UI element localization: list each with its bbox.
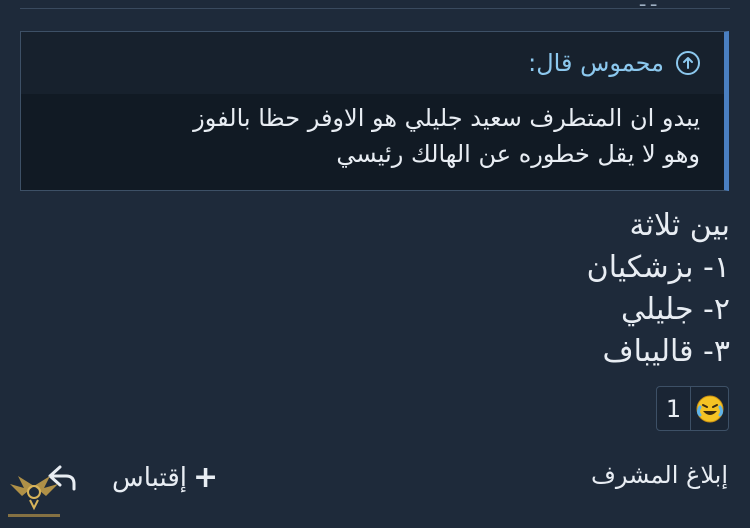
reaction-summary[interactable]: 1: [656, 386, 729, 431]
post-line: ٣- قاليباف: [602, 334, 730, 369]
reaction-count: 1: [665, 394, 682, 423]
plus-icon: +: [193, 460, 219, 495]
post-line: ١- بزشكيان: [586, 250, 730, 285]
site-logo: [0, 472, 68, 524]
quote-block: محموس قال: يبدو ان المتطرف سعيد جليلي هو…: [20, 31, 729, 191]
post-body: بين ثلاثة ١- بزشكيان ٢- جليلي ٣- قاليباف: [587, 205, 730, 373]
quote-author[interactable]: محموس قال:: [528, 49, 664, 77]
quote-line: وهو لا يقل خطوره عن الهالك رئيسي: [336, 140, 700, 168]
report-button[interactable]: إبلاغ المشرف: [591, 461, 728, 489]
laughing-tears-emoji-icon: [690, 387, 728, 430]
top-divider: [20, 8, 730, 9]
post-line: ٢- جليلي: [621, 292, 730, 327]
go-to-quote-icon[interactable]: [676, 51, 700, 75]
post-line: بين ثلاثة: [629, 208, 730, 243]
quote-button-label: إقتباس: [112, 462, 188, 493]
previous-post-fragment: ـ ـ: [640, 0, 657, 11]
quote-button[interactable]: + إقتباس: [112, 460, 218, 495]
quote-line: يبدو ان المتطرف سعيد جليلي هو الاوفر حظا…: [193, 104, 700, 132]
quote-header: محموس قال:: [21, 32, 724, 94]
quote-text: يبدو ان المتطرف سعيد جليلي هو الاوفر حظا…: [21, 94, 724, 172]
